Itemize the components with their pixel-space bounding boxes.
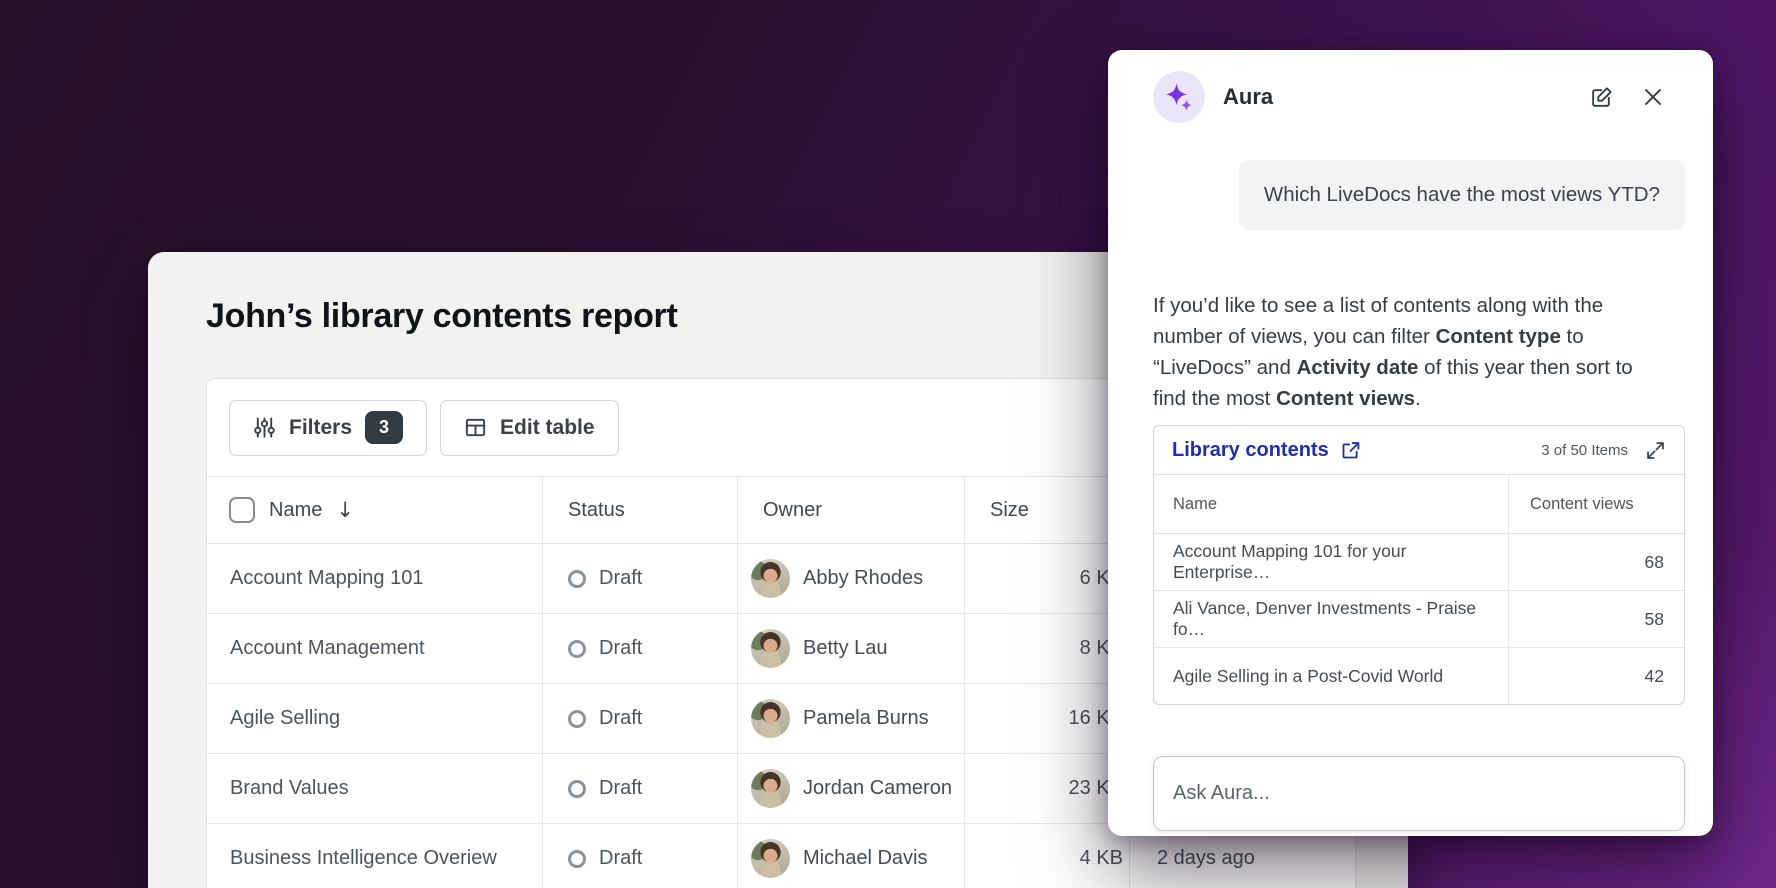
- ask-aura-input[interactable]: [1153, 756, 1685, 831]
- column-header-status[interactable]: Status: [542, 477, 737, 543]
- card-cell-name: Ali Vance, Denver Investments - Praise f…: [1154, 591, 1508, 647]
- cell-owner: Michael Davis: [737, 824, 964, 888]
- card-cell-name: Agile Selling in a Post-Covid World: [1154, 648, 1508, 704]
- close-icon[interactable]: [1641, 85, 1665, 109]
- card-cell-views: 58: [1508, 591, 1684, 647]
- owner-avatar: [751, 559, 790, 598]
- cell-owner: Betty Lau: [737, 614, 964, 683]
- cell-name: Account Management: [207, 614, 542, 683]
- aura-answer-text: If you’d like to see a list of contents …: [1153, 290, 1685, 414]
- select-all-checkbox[interactable]: [229, 497, 255, 523]
- user-question-bubble: Which LiveDocs have the most views YTD?: [1239, 160, 1685, 230]
- owner-avatar: [751, 839, 790, 878]
- cell-size: 16 KB: [964, 684, 1129, 753]
- table-grid-icon: [464, 416, 487, 439]
- cell-name: Agile Selling: [207, 684, 542, 753]
- sort-descending-icon[interactable]: ↓: [336, 498, 354, 522]
- page-title: John’s library contents report: [206, 296, 678, 336]
- card-column-headers: Name Content views: [1154, 474, 1684, 534]
- card-cell-views: 42: [1508, 648, 1684, 704]
- aura-header: Aura: [1153, 71, 1685, 123]
- cell-size: 23 KB: [964, 754, 1129, 823]
- cell-status: Draft: [542, 614, 737, 683]
- card-cell-views: 68: [1508, 534, 1684, 590]
- cell-status: Draft: [542, 754, 737, 823]
- cell-status: Draft: [542, 684, 737, 753]
- filters-count-badge: 3: [365, 411, 403, 444]
- library-contents-link[interactable]: Library contents: [1172, 439, 1361, 462]
- column-header-owner[interactable]: Owner: [737, 477, 964, 543]
- owner-avatar: [751, 769, 790, 808]
- filters-icon: [253, 416, 276, 439]
- owner-avatar: [751, 699, 790, 738]
- status-draft-icon: [568, 780, 586, 798]
- card-row[interactable]: Account Mapping 101 for your Enterprise……: [1154, 534, 1684, 590]
- card-column-views: Content views: [1508, 475, 1684, 533]
- filters-label: Filters: [289, 416, 352, 440]
- aura-chat-panel: Aura Which LiveDocs have the most views …: [1108, 50, 1713, 836]
- card-column-name: Name: [1154, 475, 1508, 533]
- cell-name: Account Mapping 101: [207, 544, 542, 613]
- items-count: 3 of 50 Items: [1541, 442, 1628, 459]
- card-cell-name: Account Mapping 101 for your Enterprise…: [1154, 534, 1508, 590]
- aura-sparkle-icon: [1153, 71, 1205, 123]
- card-row[interactable]: Ali Vance, Denver Investments - Praise f…: [1154, 590, 1684, 647]
- status-draft-icon: [568, 570, 586, 588]
- cell-status: Draft: [542, 544, 737, 613]
- cell-status: Draft: [542, 824, 737, 888]
- edit-table-label: Edit table: [500, 416, 595, 440]
- cell-size: 4 KB: [964, 824, 1129, 888]
- cell-owner: Abby Rhodes: [737, 544, 964, 613]
- owner-avatar: [751, 629, 790, 668]
- expand-icon[interactable]: [1645, 440, 1666, 461]
- cell-size: 6 KB: [964, 544, 1129, 613]
- cell-size: 8 KB: [964, 614, 1129, 683]
- column-header-name[interactable]: Name: [269, 499, 322, 522]
- cell-owner: Pamela Burns: [737, 684, 964, 753]
- status-draft-icon: [568, 710, 586, 728]
- external-link-icon: [1340, 440, 1361, 461]
- new-chat-compose-icon[interactable]: [1589, 85, 1614, 110]
- status-draft-icon: [568, 640, 586, 658]
- desktop-background: John’s library contents report Filters 3: [0, 0, 1776, 888]
- column-header-size[interactable]: Size: [964, 477, 1129, 543]
- card-rows: Account Mapping 101 for your Enterprise……: [1154, 534, 1684, 704]
- aura-title: Aura: [1223, 84, 1273, 110]
- cell-name: Business Intelligence Overiew: [207, 824, 542, 888]
- library-contents-card: Library contents 3 of 50 Items: [1153, 425, 1685, 705]
- edit-table-button[interactable]: Edit table: [440, 400, 619, 456]
- cell-owner: Jordan Cameron: [737, 754, 964, 823]
- status-draft-icon: [568, 850, 586, 868]
- card-row[interactable]: Agile Selling in a Post-Covid World 42: [1154, 647, 1684, 704]
- cell-name: Brand Values: [207, 754, 542, 823]
- filters-button[interactable]: Filters 3: [229, 400, 427, 456]
